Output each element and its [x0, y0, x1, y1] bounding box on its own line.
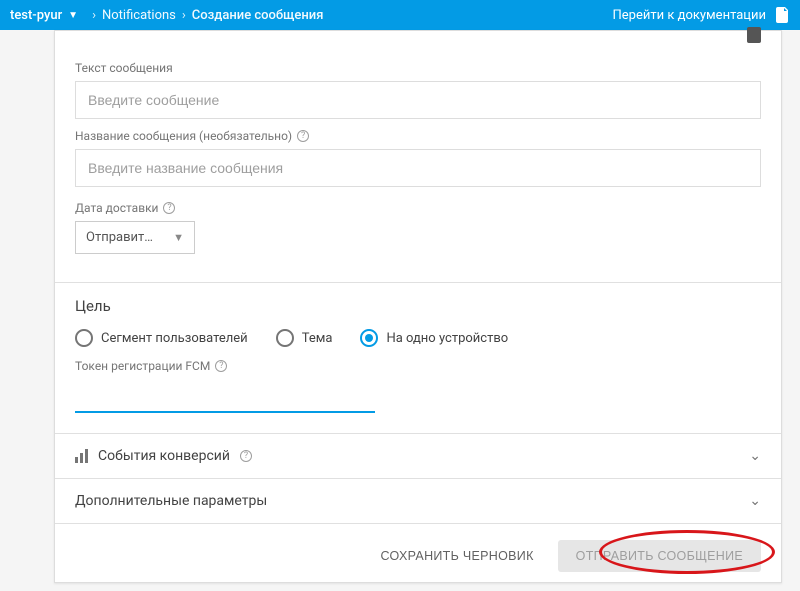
message-text-label: Текст сообщения [75, 61, 761, 75]
target-heading: Цель [75, 297, 761, 315]
radio-topic[interactable]: Тема [276, 329, 333, 347]
bar-chart-icon [75, 449, 88, 463]
header-bar: test-pyur ▼ › Notifications › Создание с… [0, 0, 800, 30]
delivery-date-select[interactable]: Отправит… ▼ [75, 221, 195, 254]
breadcrumb: test-pyur ▼ › Notifications › Создание с… [10, 8, 323, 23]
advanced-params-row[interactable]: Дополнительные параметры ⌄ [55, 478, 781, 523]
footer-actions: СОХРАНИТЬ ЧЕРНОВИК ОТПРАВИТЬ СООБЩЕНИЕ [55, 523, 781, 588]
conversion-events-row[interactable]: События конверсий ? ⌄ [55, 433, 781, 478]
message-text-input[interactable] [75, 81, 761, 119]
help-icon[interactable]: ? [297, 130, 309, 142]
help-icon: ? [240, 450, 252, 462]
delivery-date-label: Дата доставки ? [75, 201, 761, 215]
delete-icon[interactable] [747, 27, 761, 43]
caret-down-icon[interactable]: ▼ [68, 10, 78, 21]
chevron-right-icon: › [182, 8, 186, 23]
breadcrumb-current: Создание сообщения [192, 8, 324, 23]
save-draft-button[interactable]: СОХРАНИТЬ ЧЕРНОВИК [380, 549, 533, 563]
document-icon [776, 7, 790, 23]
chevron-right-icon: › [92, 8, 96, 23]
chevron-down-icon: ⌄ [749, 448, 761, 464]
chevron-down-icon: ⌄ [749, 493, 761, 509]
help-icon[interactable]: ? [215, 360, 227, 372]
radio-segment[interactable]: Сегмент пользователей [75, 329, 248, 347]
fcm-token-label: Токен регистрации FCM ? [75, 359, 761, 373]
main-card: Текст сообщения Название сообщения (необ… [54, 30, 782, 583]
fcm-token-input[interactable] [75, 379, 375, 413]
caret-down-icon: ▼ [173, 231, 184, 244]
project-dropdown[interactable]: test-pyur [10, 8, 62, 23]
help-icon[interactable]: ? [163, 202, 175, 214]
message-title-input[interactable] [75, 149, 761, 187]
breadcrumb-notifications[interactable]: Notifications [102, 8, 176, 23]
radio-single-device[interactable]: На одно устройство [360, 329, 508, 347]
send-message-button[interactable]: ОТПРАВИТЬ СООБЩЕНИЕ [558, 540, 761, 572]
target-section: Цель Сегмент пользователей Тема На одно … [55, 283, 781, 433]
message-title-label: Название сообщения (необязательно) ? [75, 129, 761, 143]
docs-link[interactable]: Перейти к документации [613, 8, 767, 23]
